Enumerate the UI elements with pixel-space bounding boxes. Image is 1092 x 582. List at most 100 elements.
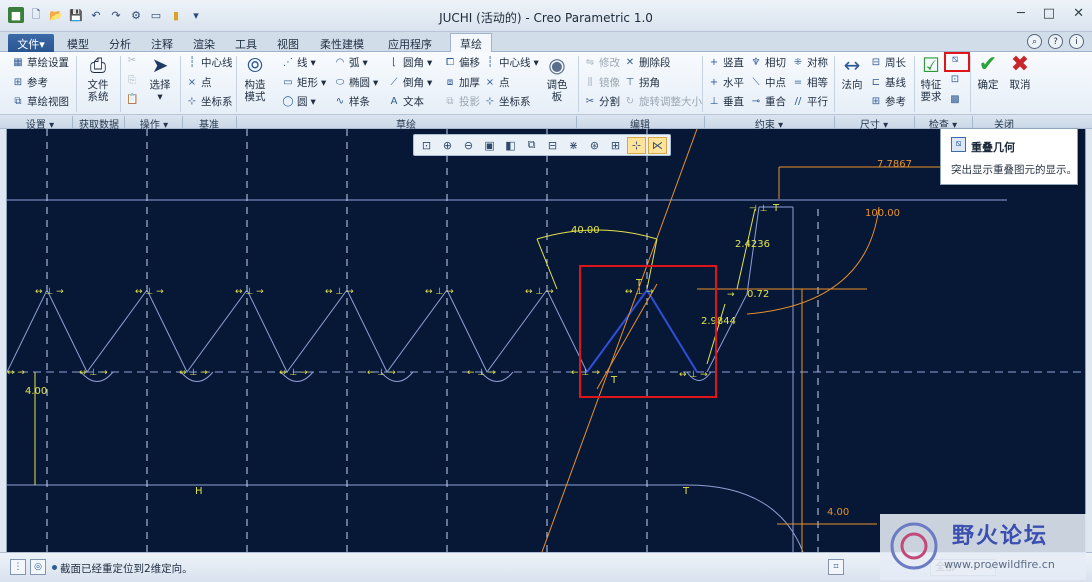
tab-file[interactable]: 文件▾ <box>8 34 54 52</box>
selection-tool-icon[interactable]: ⌗ <box>828 559 844 575</box>
copy-button[interactable]: ⎘ <box>126 75 138 87</box>
coincident-button[interactable]: ⊸ 重合 <box>750 94 786 109</box>
zoom-out-icon[interactable]: ⊖ <box>459 137 478 154</box>
feature-requirements-button[interactable]: ☑ 特征 要求 <box>918 54 944 103</box>
rectangle-button[interactable]: ▭ 矩形 ▾ <box>282 75 326 90</box>
tab-sketch[interactable]: 草绘 <box>450 33 492 53</box>
vertical-button[interactable]: + 竖直 <box>708 55 744 70</box>
sketch-canvas[interactable]: ↔ ⊥ → ↔ ⊥ → ↔ ⊥ → ↔ ⊥ → ↔ ⊥ → ↔ ⊥ → ↔ ⊥ → ↔ → ↔… <box>6 129 1086 552</box>
construction-mode-button[interactable]: ⦾ 构造 模式 <box>240 54 270 103</box>
dim-0-72[interactable]: 0.72 <box>747 289 769 300</box>
tab-flexible-modeling[interactable]: 柔性建模 <box>310 34 374 52</box>
tab-view[interactable]: 视图 <box>268 34 308 52</box>
project-button[interactable]: ⧉ 投影 <box>444 94 480 109</box>
cut-button[interactable]: ✂ <box>126 55 138 67</box>
annotation-display-icon[interactable]: ⊛ <box>585 137 604 154</box>
tab-applications[interactable]: 应用程序 <box>378 34 442 52</box>
chamfer-icon: ⟋ <box>390 76 398 88</box>
dim-7-7867[interactable]: 7.7867 <box>877 159 912 170</box>
paste-button[interactable]: 📋 <box>126 94 138 106</box>
mirror-button[interactable]: ⫼ 镜像 <box>584 75 620 90</box>
sketch-view-icon[interactable]: ⊟ <box>543 137 562 154</box>
shade-closed-loops-button[interactable]: ▩ <box>949 94 961 106</box>
chamfer-button[interactable]: ⟋ 倒角 ▾ <box>388 75 433 90</box>
refit-icon[interactable]: ⊡ <box>417 137 436 154</box>
line-button[interactable]: ⋰ 线 ▾ <box>282 55 316 70</box>
modify-button[interactable]: ⇋ 修改 <box>584 55 620 70</box>
divider <box>180 56 181 112</box>
dim-2-4236[interactable]: 2.4236 <box>735 239 770 250</box>
sketch-geometry: ↔ ⊥ → ↔ ⊥ → ↔ ⊥ → ↔ ⊥ → ↔ ⊥ → ↔ ⊥ → ↔ ⊥ → ↔ → ↔… <box>7 129 1085 552</box>
divide-button[interactable]: ✂ 分割 <box>584 94 620 109</box>
rotate-resize-button[interactable]: ↻ 旋转调整大小 <box>624 94 702 109</box>
navigator-toggle-icon[interactable]: ⋮ <box>10 559 26 575</box>
sketch-point-button[interactable]: × 点 <box>484 75 510 90</box>
info-icon[interactable]: i <box>1069 34 1084 49</box>
palette-button[interactable]: ◉ 调色 板 <box>542 54 572 103</box>
spline-button[interactable]: ∿ 样条 <box>334 94 370 109</box>
dim-40[interactable]: 40.00 <box>571 225 600 236</box>
repaint-icon[interactable]: ▣ <box>480 137 499 154</box>
reference-button[interactable]: ⊞ 参考 <box>12 75 48 90</box>
normal-dimension-button[interactable]: ↔ 法向 <box>838 54 866 91</box>
tab-annotate[interactable]: 注释 <box>142 34 182 52</box>
sketch-coord-button[interactable]: ⊹ 坐标系 <box>484 94 531 109</box>
close-window-button[interactable]: ✕ <box>1073 6 1084 21</box>
tab-tools[interactable]: 工具 <box>226 34 266 52</box>
arc-button[interactable]: ◠ 弧 ▾ <box>334 55 368 70</box>
text-button[interactable]: A 文本 <box>388 94 424 109</box>
ok-button[interactable]: ✔ 确定 <box>974 54 1002 92</box>
symmetric-button[interactable]: ⁜ 对称 <box>792 55 828 70</box>
horizontal-button[interactable]: + 水平 <box>708 75 744 90</box>
sketch-centerline-button[interactable]: ┆ 中心线 ▾ <box>484 55 539 70</box>
equal-button[interactable]: = 相等 <box>792 75 828 90</box>
vertex-display-icon[interactable]: ⋉ <box>648 136 667 154</box>
tab-model[interactable]: 模型 <box>58 34 98 52</box>
datum-centerline-button[interactable]: ┆ 中心线 <box>186 55 233 70</box>
baseline-button[interactable]: ⊏ 基线 <box>870 75 906 90</box>
display-style-icon[interactable]: ◧ <box>501 137 520 154</box>
sketch-setup-button[interactable]: ▦ 草绘设置 <box>12 55 69 70</box>
fillet-button[interactable]: ⌊ 圆角 ▾ <box>388 55 432 70</box>
perimeter-button[interactable]: ⊟ 周长 <box>870 55 906 70</box>
highlight-open-ends-button[interactable]: ⊡ <box>949 74 961 86</box>
circle-button[interactable]: ◯ 圆 ▾ <box>282 94 315 109</box>
datum-display-icon[interactable]: ⋇ <box>564 137 583 154</box>
zoom-in-icon[interactable]: ⊕ <box>438 137 457 154</box>
tangent-label-bottom: T <box>682 486 690 497</box>
tab-render[interactable]: 渲染 <box>184 34 224 52</box>
corner-button[interactable]: ⊤ 拐角 <box>624 75 660 90</box>
ellipse-button[interactable]: ⬭ 椭圆 ▾ <box>334 75 379 90</box>
file-system-button[interactable]: ⎙ 文件 系统 <box>82 54 114 103</box>
maximize-button[interactable]: □ <box>1043 6 1055 21</box>
perpendicular-icon: ⊥ <box>709 95 719 107</box>
sketcher-display-icon[interactable]: ⊞ <box>606 137 625 154</box>
tab-analysis[interactable]: 分析 <box>100 34 140 52</box>
midpoint-button[interactable]: ⟍ 中点 <box>750 75 787 90</box>
perpendicular-button[interactable]: ⊥ 垂直 <box>708 94 744 109</box>
cancel-x-icon: ✖ <box>1010 52 1030 77</box>
centerline-icon: ┆ <box>486 56 494 68</box>
sketch-view-button[interactable]: ⧉ 草绘视图 <box>12 94 69 109</box>
parallel-button[interactable]: //平行 <box>792 94 828 109</box>
select-button[interactable]: ➤ 选择 ▾ <box>144 54 176 103</box>
tangent-button[interactable]: ♆ 相切 <box>750 55 786 70</box>
divider <box>834 56 835 112</box>
dim-4-right[interactable]: 4.00 <box>827 507 849 518</box>
search-icon[interactable]: ⌕ <box>1027 34 1042 49</box>
help-icon[interactable]: ? <box>1048 34 1063 49</box>
thicken-button[interactable]: ⧈ 加厚 <box>444 75 480 90</box>
datum-coord-button[interactable]: ⊹ 坐标系 <box>186 94 233 109</box>
dimension-reference-button[interactable]: ⊞ 参考 <box>870 94 906 109</box>
browser-toggle-icon[interactable]: ◎ <box>30 559 46 575</box>
datum-point-button[interactable]: × 点 <box>186 75 212 90</box>
delete-segment-button[interactable]: ✕ 删除段 <box>624 55 671 70</box>
svg-text:← ⊥ →: ← ⊥ → <box>367 368 396 378</box>
minimize-button[interactable]: ─ <box>1017 6 1025 21</box>
offset-button[interactable]: ⧠ 偏移 <box>444 55 480 70</box>
constraints-display-icon[interactable]: ⊹ <box>627 136 646 154</box>
cancel-button[interactable]: ✖ 取消 <box>1006 52 1034 92</box>
dim-4-left[interactable]: 4.00 <box>25 386 47 397</box>
saved-views-icon[interactable]: ⧉ <box>522 137 541 154</box>
dim-100[interactable]: 100.00 <box>865 208 900 219</box>
